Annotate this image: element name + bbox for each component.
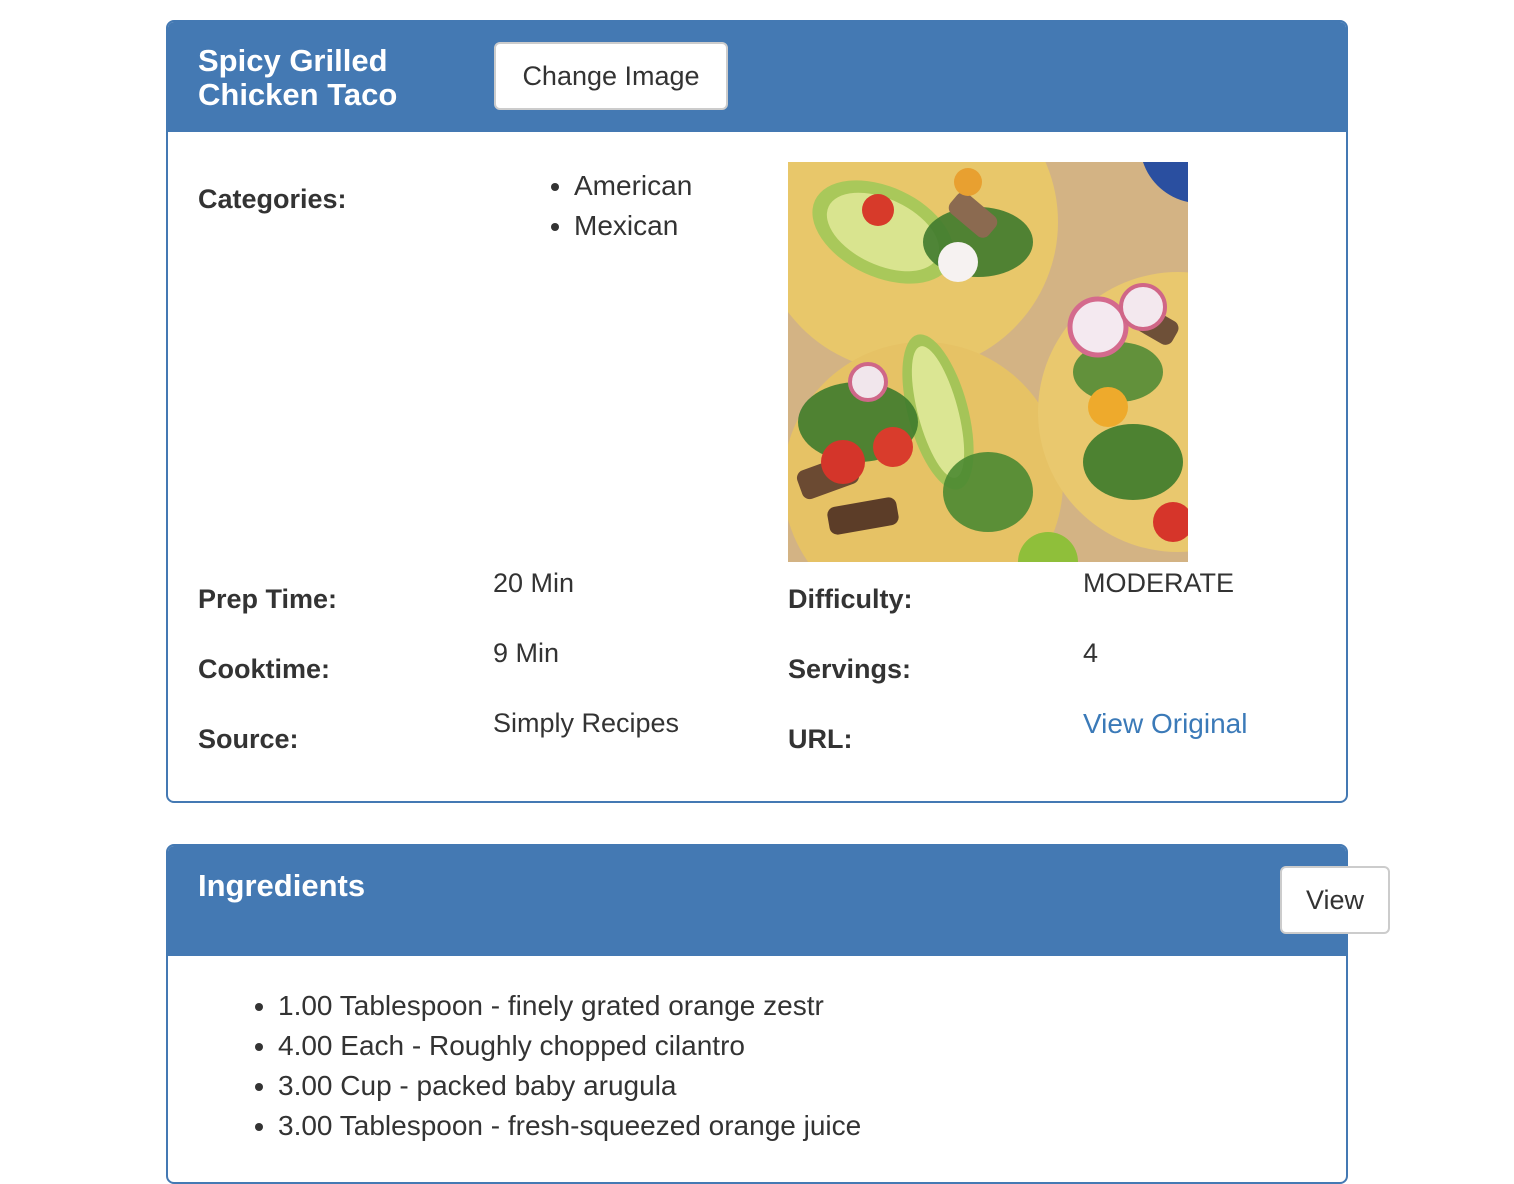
source-label: Source:: [198, 724, 299, 754]
difficulty-label: Difficulty:: [788, 584, 913, 614]
ingredients-panel: Ingredients View 1.00 Tablespoon - finel…: [166, 844, 1390, 1184]
ingredients-list: 1.00 Tablespoon - finely grated orange z…: [218, 986, 861, 1146]
ingredient-item: 1.00 Tablespoon - finely grated orange z…: [278, 986, 861, 1026]
source-value: Simply Recipes: [493, 708, 680, 738]
categories-label: Categories:: [198, 184, 347, 214]
cooktime-value: 9 Min: [493, 638, 560, 668]
change-image-button[interactable]: Change Image: [494, 42, 728, 110]
prep-time-label: Prep Time:: [198, 584, 338, 614]
view-original-link[interactable]: View Original: [1083, 708, 1247, 740]
ingredient-item: 3.00 Tablespoon - fresh-squeezed orange …: [278, 1106, 861, 1146]
recipe-details-panel: Spicy Grilled Chicken Taco Change Image …: [166, 20, 1348, 803]
url-label: URL:: [788, 724, 853, 754]
ingredient-item: 4.00 Each - Roughly chopped cilantro: [278, 1026, 861, 1066]
servings-label: Servings:: [788, 654, 912, 684]
category-item: Mexican: [574, 206, 692, 246]
prep-time-value: 20 Min: [493, 568, 575, 598]
recipe-panel-header: Spicy Grilled Chicken Taco Change Image: [168, 22, 1346, 132]
servings-value: 4: [1083, 638, 1099, 668]
recipe-title: Spicy Grilled Chicken Taco: [198, 43, 398, 112]
category-item: American: [574, 166, 692, 206]
view-button[interactable]: View: [1280, 866, 1390, 934]
ingredients-panel-header: Ingredients View: [168, 846, 1390, 956]
cooktime-label: Cooktime:: [198, 654, 331, 684]
difficulty-value: MODERATE: [1083, 568, 1235, 598]
recipe-photo: [788, 162, 1188, 562]
categories-list: American Mexican: [514, 166, 692, 246]
ingredient-item: 3.00 Cup - packed baby arugula: [278, 1066, 861, 1106]
ingredients-title: Ingredients: [198, 868, 366, 903]
